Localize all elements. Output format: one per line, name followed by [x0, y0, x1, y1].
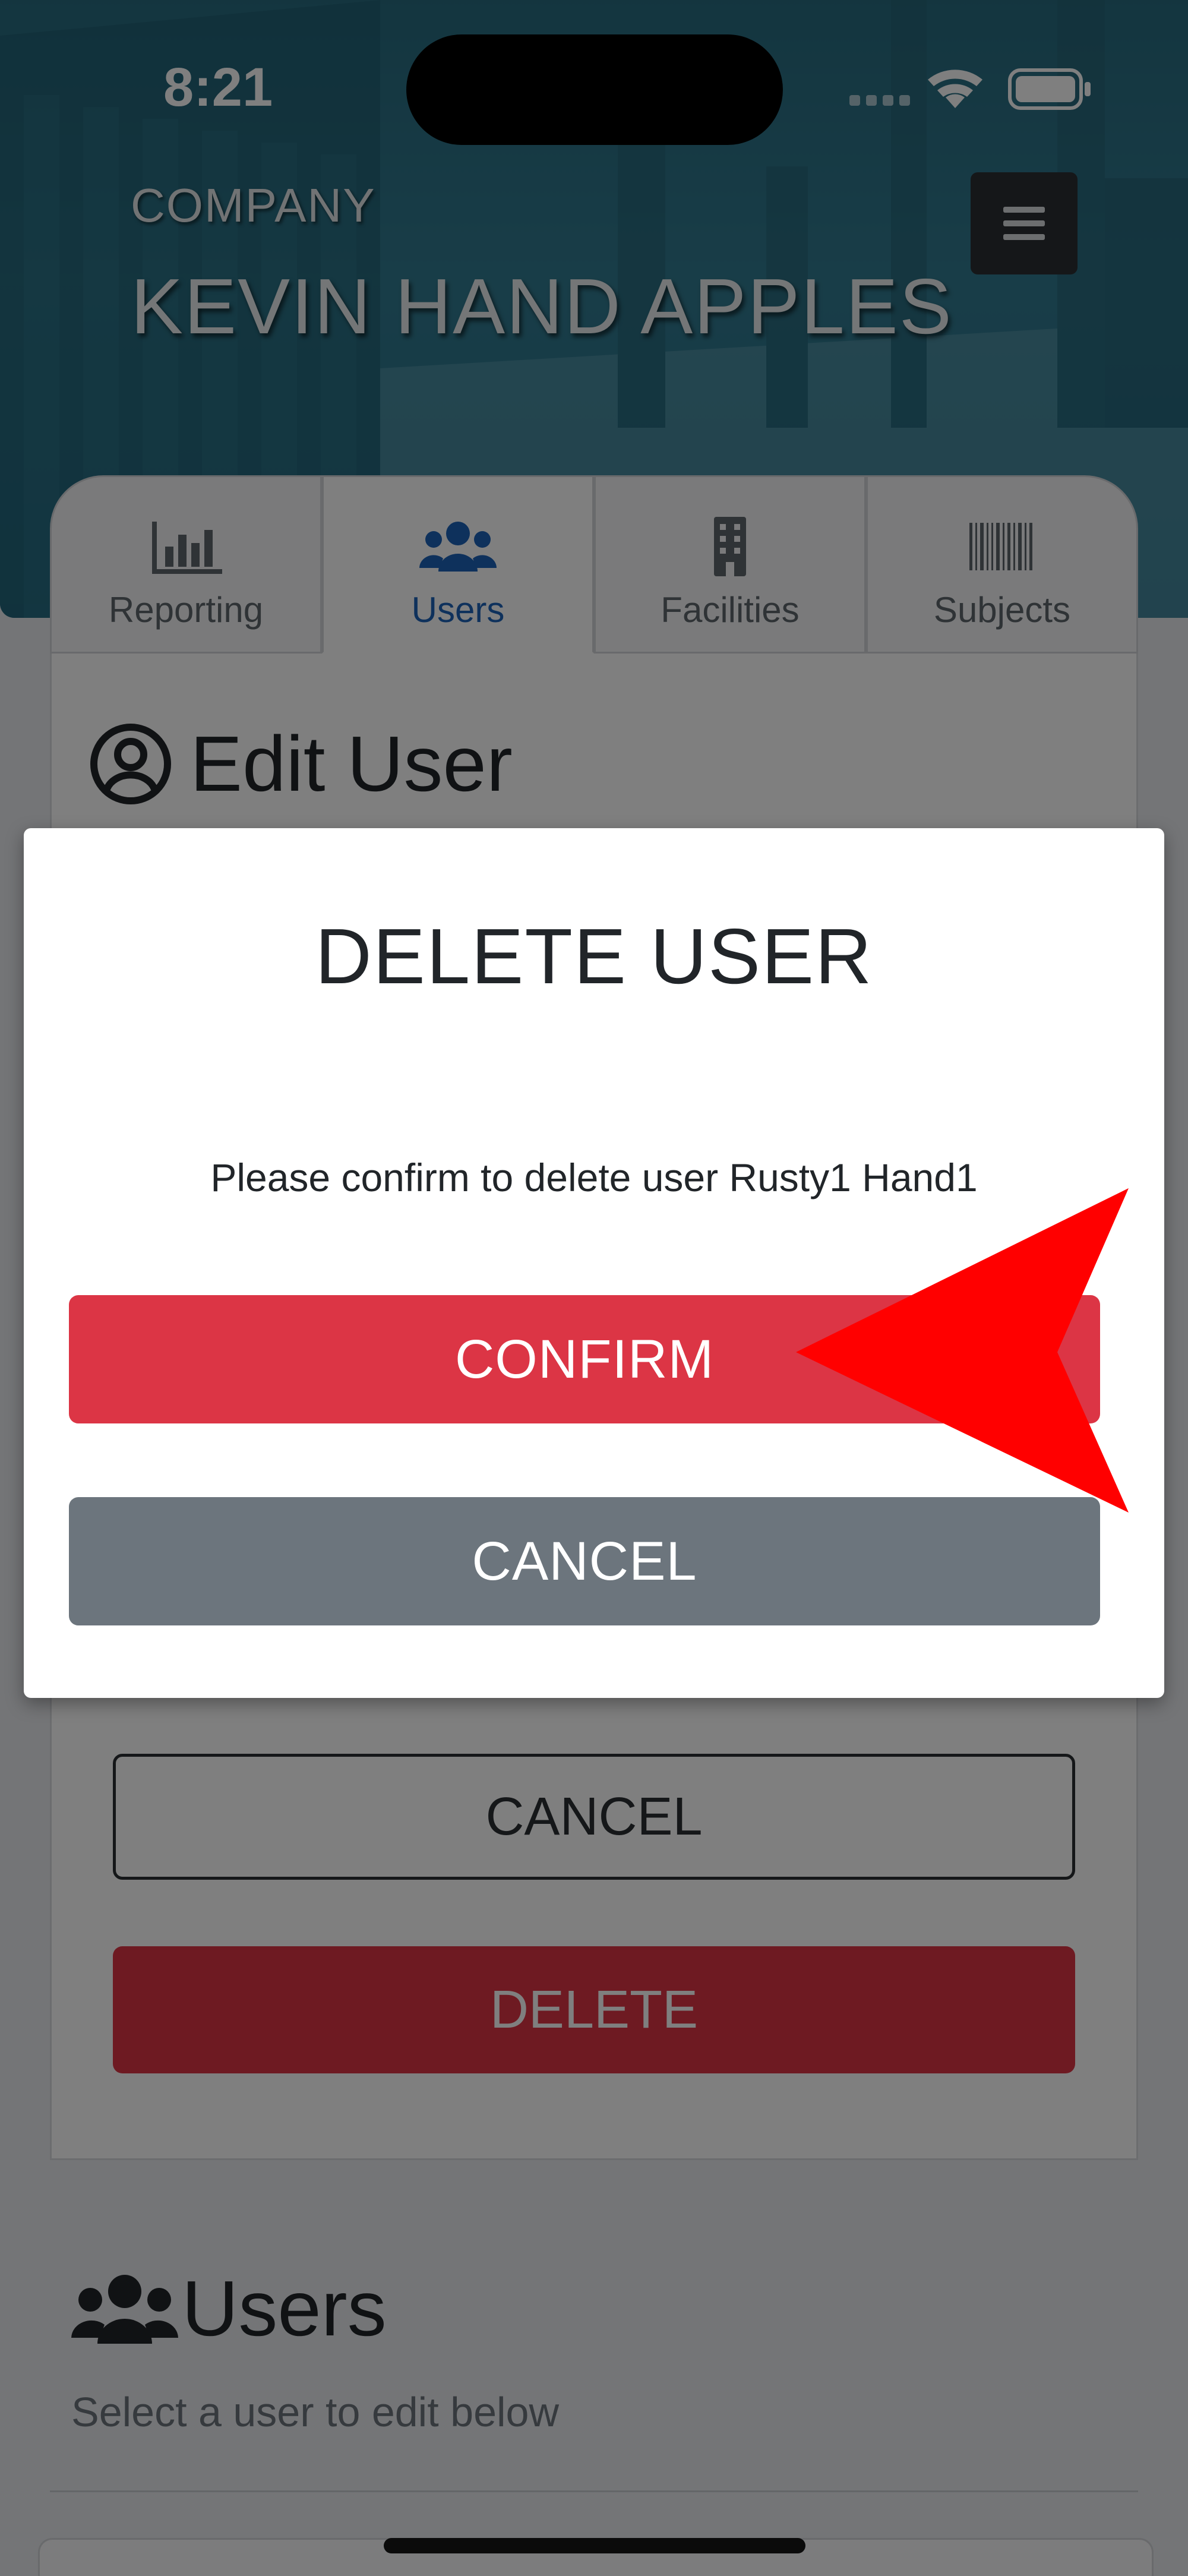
annotation-arrow-icon [796, 1188, 1129, 1513]
modal-title: DELETE USER [315, 913, 873, 1000]
home-indicator [384, 2538, 805, 2553]
cancel-button[interactable]: CANCEL [69, 1497, 1100, 1625]
